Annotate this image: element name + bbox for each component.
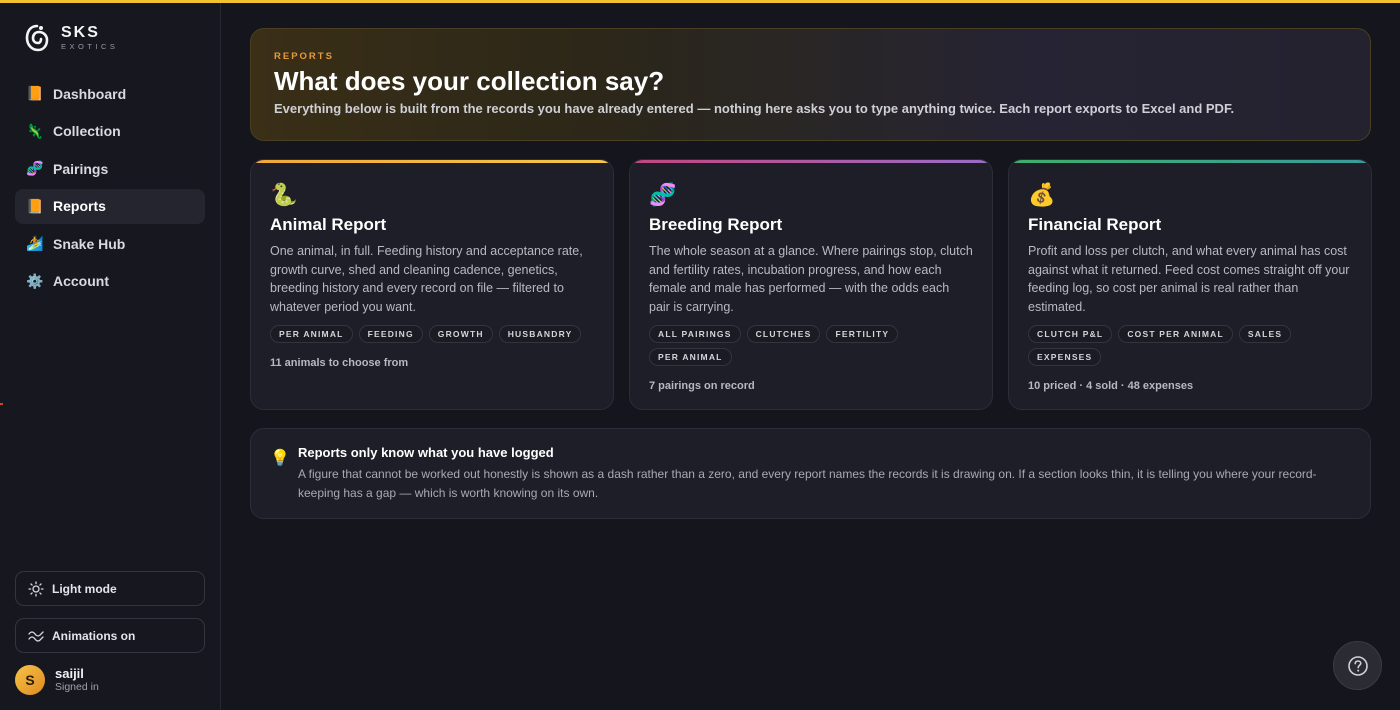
sidebar-item-account[interactable]: ⚙️ Account bbox=[15, 264, 205, 299]
tag: ALL PAIRINGS bbox=[649, 325, 741, 343]
sidebar-item-label: Account bbox=[53, 273, 109, 290]
callout-body: A figure that cannot be worked out hones… bbox=[298, 467, 1317, 500]
sun-icon bbox=[28, 580, 44, 597]
snake-icon: 🐍 bbox=[270, 182, 298, 207]
user-profile[interactable]: S saijil Signed in bbox=[15, 665, 99, 695]
sidebar-item-label: Dashboard bbox=[53, 85, 127, 102]
card-title: Animal Report bbox=[270, 215, 387, 234]
tag-list: CLUTCH P&L COST PER ANIMAL SALES EXPENSE… bbox=[1028, 325, 1352, 371]
card-description: One animal, in full. Feeding history and… bbox=[270, 244, 583, 314]
help-button[interactable] bbox=[1333, 641, 1382, 690]
dna-icon: 🧬 bbox=[649, 182, 677, 207]
info-callout: 💡 Reports only know what you have logged… bbox=[250, 428, 1371, 519]
tag: FEEDING bbox=[358, 325, 423, 343]
tag: PER ANIMAL bbox=[649, 348, 732, 366]
card-meta: 7 pairings on record bbox=[649, 380, 755, 392]
tag: SALES bbox=[1238, 325, 1292, 343]
tag: CLUTCHES bbox=[746, 325, 821, 343]
surfer-icon: 🏄 bbox=[26, 235, 44, 252]
tag: CLUTCH P&L bbox=[1028, 325, 1113, 343]
page-title: What does your collection say? bbox=[274, 66, 665, 96]
light-mode-button[interactable]: Light mode bbox=[15, 571, 205, 606]
tag: FERTILITY bbox=[826, 325, 899, 343]
animations-label: Animations on bbox=[52, 628, 136, 643]
brand-name: SKS bbox=[61, 24, 100, 41]
edge-marker bbox=[0, 403, 3, 405]
avatar: S bbox=[15, 665, 45, 695]
sidebar-item-snake-hub[interactable]: 🏄 Snake Hub bbox=[15, 226, 205, 261]
card-description: Profit and loss per clutch, and what eve… bbox=[1028, 244, 1350, 314]
sidebar-nav: 📙 Dashboard 🦎 Collection 🧬 Pairings 📙 Re… bbox=[15, 76, 205, 302]
card-meta: 11 animals to choose from bbox=[270, 357, 409, 369]
tag: COST PER ANIMAL bbox=[1118, 325, 1233, 343]
brand[interactable]: SKS EXOTICS bbox=[24, 23, 118, 53]
book-icon: 📙 bbox=[26, 85, 44, 101]
tag: GROWTH bbox=[428, 325, 493, 343]
card-meta: 10 priced · 4 sold · 48 expenses bbox=[1028, 380, 1194, 392]
tag: HUSBANDRY bbox=[498, 325, 582, 343]
tag: EXPENSES bbox=[1028, 348, 1102, 366]
tag-list: PER ANIMAL FEEDING GROWTH HUSBANDRY bbox=[270, 325, 594, 348]
sidebar-item-label: Snake Hub bbox=[53, 235, 126, 252]
user-status: Signed in bbox=[55, 681, 99, 693]
financial-report-card[interactable]: 💰 Financial Report Profit and loss per c… bbox=[1008, 159, 1372, 410]
card-title: Financial Report bbox=[1028, 215, 1162, 234]
animations-toggle-button[interactable]: Animations on bbox=[15, 618, 205, 653]
sidebar-item-pairings[interactable]: 🧬 Pairings bbox=[15, 151, 205, 186]
card-description: The whole season at a glance. Where pair… bbox=[649, 244, 973, 314]
card-accent-bar bbox=[251, 160, 613, 163]
sidebar-item-reports[interactable]: 📙 Reports bbox=[15, 188, 205, 224]
card-accent-bar bbox=[1009, 160, 1371, 163]
dna-icon: 🧬 bbox=[26, 160, 44, 177]
hero-subtitle: Everything below is built from the recor… bbox=[274, 101, 1235, 116]
sidebar: SKS EXOTICS 📙 Dashboard 🦎 Collection 🧬 P… bbox=[0, 3, 221, 710]
breeding-report-card[interactable]: 🧬 Breeding Report The whole season at a … bbox=[629, 159, 993, 410]
lightbulb-icon: 💡 bbox=[270, 450, 290, 467]
sidebar-item-label: Pairings bbox=[53, 160, 109, 177]
gear-icon: ⚙️ bbox=[26, 272, 44, 289]
card-accent-bar bbox=[630, 160, 992, 163]
reports-hero: REPORTS What does your collection say? E… bbox=[250, 28, 1371, 141]
animal-report-card[interactable]: 🐍 Animal Report One animal, in full. Fee… bbox=[250, 159, 614, 410]
tag-list: ALL PAIRINGS CLUTCHES FERTILITY PER ANIM… bbox=[649, 325, 973, 371]
book-icon: 📙 bbox=[26, 197, 44, 214]
question-icon bbox=[1347, 655, 1368, 676]
money-bag-icon: 💰 bbox=[1028, 182, 1056, 207]
waves-icon bbox=[28, 630, 44, 642]
tag: PER ANIMAL bbox=[270, 325, 353, 343]
card-title: Breeding Report bbox=[649, 215, 783, 234]
hero-kicker: REPORTS bbox=[274, 51, 334, 62]
light-mode-label: Light mode bbox=[52, 581, 117, 596]
sidebar-item-label: Collection bbox=[53, 123, 121, 140]
sidebar-item-label: Reports bbox=[53, 198, 106, 215]
lizard-icon: 🦎 bbox=[26, 122, 44, 139]
sidebar-item-collection[interactable]: 🦎 Collection bbox=[15, 114, 205, 149]
brand-subtitle: EXOTICS bbox=[61, 42, 119, 51]
logo-icon bbox=[25, 24, 49, 52]
sidebar-item-dashboard[interactable]: 📙 Dashboard bbox=[15, 76, 205, 111]
user-name: saijil bbox=[55, 666, 84, 681]
callout-title: Reports only know what you have logged bbox=[298, 445, 554, 460]
